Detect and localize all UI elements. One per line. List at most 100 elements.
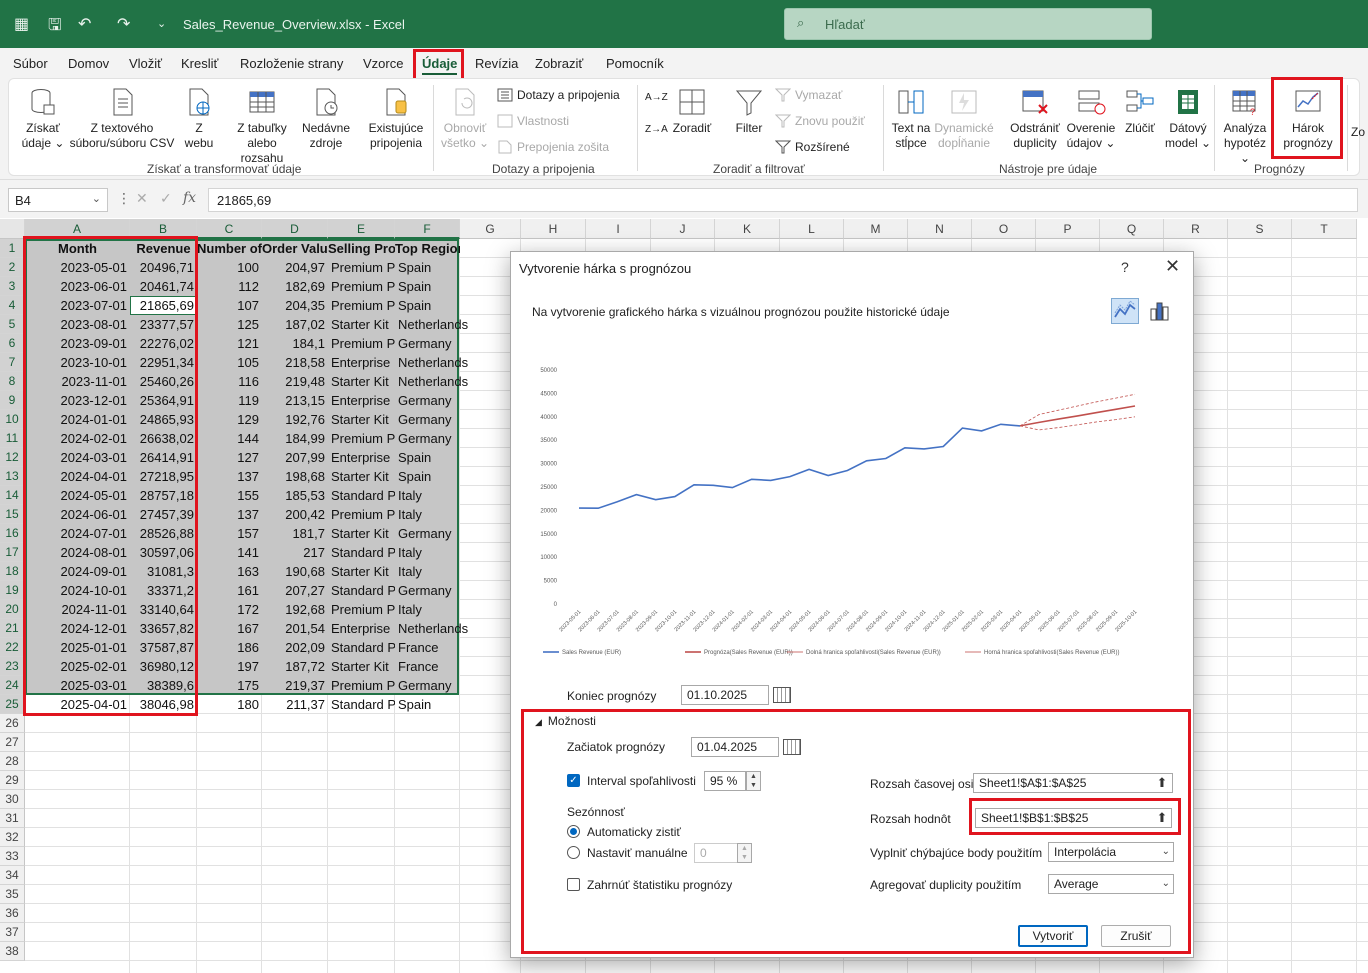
sort-za-button[interactable]: Z→A (645, 125, 668, 135)
table-cell[interactable]: Germany (395, 524, 460, 543)
row-header-3[interactable]: 3 (0, 277, 25, 296)
table-cell[interactable]: 200,42 (262, 505, 328, 524)
table-cell[interactable]: Enterprise (328, 619, 395, 638)
table-cell[interactable]: Netherlands (395, 372, 468, 391)
table-cell[interactable]: Starter Kit (328, 410, 395, 429)
sort-button[interactable]: Zoradiť (669, 87, 715, 136)
row-header-33[interactable]: 33 (0, 847, 25, 866)
from-web-button[interactable]: Zwebu (179, 87, 219, 151)
table-cell[interactable]: Premium P (328, 296, 395, 315)
table-cell[interactable]: Starter Kit (328, 562, 395, 581)
table-cell[interactable]: 105 (197, 353, 262, 372)
column-header-m[interactable]: M (844, 219, 908, 239)
table-cell[interactable]: 186 (197, 638, 262, 657)
customize-icon[interactable]: ⌄ (157, 17, 166, 30)
table-cell[interactable]: 184,1 (262, 334, 328, 353)
column-header-s[interactable]: S (1228, 219, 1292, 239)
row-header-10[interactable]: 10 (0, 410, 25, 429)
name-box[interactable]: B4 ⌄ (8, 188, 108, 212)
table-cell[interactable]: Starter Kit (328, 524, 395, 543)
row-header-21[interactable]: 21 (0, 619, 25, 638)
table-cell[interactable]: Starter Kit (328, 657, 395, 676)
tab-page-layout[interactable]: Rozloženie strany (240, 56, 343, 71)
table-cell[interactable]: 207,27 (262, 581, 328, 600)
table-cell[interactable]: Germany (395, 391, 460, 410)
redo-icon[interactable]: ↷ (117, 14, 130, 34)
table-cell[interactable]: 116 (197, 372, 262, 391)
row-header-11[interactable]: 11 (0, 429, 25, 448)
row-header-18[interactable]: 18 (0, 562, 25, 581)
row-header-9[interactable]: 9 (0, 391, 25, 410)
row-header-38[interactable]: 38 (0, 942, 25, 961)
table-cell[interactable]: 204,97 (262, 258, 328, 277)
row-header-13[interactable]: 13 (0, 467, 25, 486)
select-all-corner[interactable] (0, 219, 25, 239)
table-cell[interactable]: 157 (197, 524, 262, 543)
row-header-22[interactable]: 22 (0, 638, 25, 657)
reapply-button[interactable]: Znovu použiť (775, 114, 865, 128)
table-cell[interactable]: Spain (395, 467, 460, 486)
table-cell[interactable]: 125 (197, 315, 262, 334)
formula-input[interactable]: 21865,69 (208, 188, 1358, 212)
row-header-5[interactable]: 5 (0, 315, 25, 334)
column-header-r[interactable]: R (1164, 219, 1228, 239)
table-cell[interactable]: Premium P (328, 505, 395, 524)
table-cell[interactable]: 219,37 (262, 676, 328, 695)
calendar-icon[interactable] (773, 687, 791, 703)
row-header-7[interactable]: 7 (0, 353, 25, 372)
row-header-24[interactable]: 24 (0, 676, 25, 695)
save-icon[interactable]: 🖫 (48, 14, 62, 41)
consolidate-button[interactable]: Zlúčiť (1119, 87, 1161, 136)
table-cell[interactable]: Germany (395, 410, 460, 429)
table-cell[interactable]: 207,99 (262, 448, 328, 467)
row-header-26[interactable]: 26 (0, 714, 25, 733)
more-ribbon-button[interactable]: Zo (1351, 125, 1365, 140)
table-cell[interactable]: Enterprise (328, 391, 395, 410)
refresh-all-button[interactable]: Obnoviť všetko ⌄ (437, 87, 493, 151)
table-cell[interactable]: 217 (262, 543, 328, 562)
row-header-35[interactable]: 35 (0, 885, 25, 904)
tab-draw[interactable]: Kresliť (181, 56, 218, 71)
table-cell[interactable]: 219,48 (262, 372, 328, 391)
column-header-p[interactable]: P (1036, 219, 1100, 239)
row-header-17[interactable]: 17 (0, 543, 25, 562)
column-header-o[interactable]: O (972, 219, 1036, 239)
sort-az-button[interactable]: A→Z (645, 93, 668, 103)
table-cell[interactable]: 201,54 (262, 619, 328, 638)
column-header-t[interactable]: T (1292, 219, 1357, 239)
row-header-32[interactable]: 32 (0, 828, 25, 847)
table-cell[interactable]: 144 (197, 429, 262, 448)
table-cell[interactable]: Germany (395, 334, 460, 353)
table-cell[interactable]: Italy (395, 600, 460, 619)
workbook-links-button[interactable]: Prepojenia zošita (497, 140, 609, 154)
forecast-end-input[interactable]: 01.10.2025 (681, 685, 769, 705)
table-cell[interactable]: Standard P (328, 486, 395, 505)
table-cell[interactable]: Germany (395, 676, 460, 695)
row-header-2[interactable]: 2 (0, 258, 25, 277)
column-header-j[interactable]: J (651, 219, 715, 239)
row-header-37[interactable]: 37 (0, 923, 25, 942)
row-header-28[interactable]: 28 (0, 752, 25, 771)
table-cell[interactable]: Spain (395, 296, 460, 315)
table-cell[interactable]: 187,72 (262, 657, 328, 676)
tab-formulas[interactable]: Vzorce (363, 56, 403, 71)
table-cell[interactable]: 184,99 (262, 429, 328, 448)
table-cell[interactable]: 202,09 (262, 638, 328, 657)
row-header-29[interactable]: 29 (0, 771, 25, 790)
data-validation-button[interactable]: Overenie údajov ⌄ (1061, 87, 1121, 151)
tab-home[interactable]: Domov (68, 56, 109, 71)
table-cell[interactable]: Enterprise (328, 448, 395, 467)
table-cell[interactable]: 155 (197, 486, 262, 505)
table-cell[interactable]: 112 (197, 277, 262, 296)
recent-sources-button[interactable]: Nedávne zdroje (297, 87, 355, 151)
row-header-19[interactable]: 19 (0, 581, 25, 600)
table-cell[interactable]: 218,58 (262, 353, 328, 372)
help-icon[interactable]: ? (1121, 259, 1129, 275)
table-cell[interactable]: 185,53 (262, 486, 328, 505)
table-cell[interactable]: 161 (197, 581, 262, 600)
table-cell[interactable]: Spain (395, 258, 460, 277)
table-cell[interactable]: Premium P (328, 676, 395, 695)
table-cell[interactable]: France (395, 638, 460, 657)
table-cell[interactable]: Premium P (328, 429, 395, 448)
row-header-6[interactable]: 6 (0, 334, 25, 353)
